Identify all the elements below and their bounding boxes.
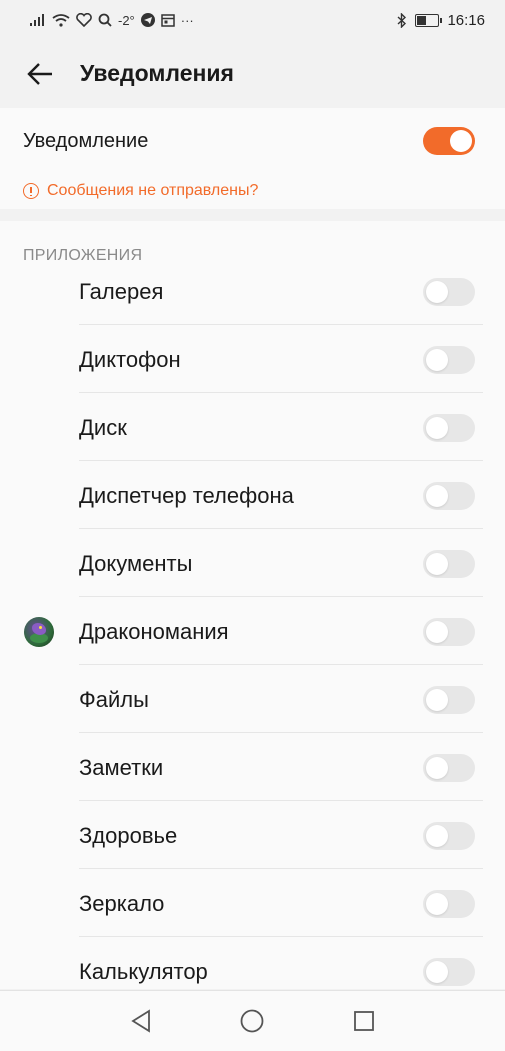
status-left: -2° ··· (30, 10, 194, 30)
app-notification-toggle[interactable] (423, 822, 475, 850)
toggle-knob (426, 961, 448, 983)
notification-toggle[interactable] (423, 127, 475, 155)
messages-not-sent-link[interactable]: Сообщения не отправлены? (23, 182, 258, 200)
app-name: Диспетчер телефона (79, 483, 294, 508)
navigation-bar (0, 990, 505, 1051)
app-name: Заметки (79, 755, 164, 780)
app-notification-toggle[interactable] (423, 278, 475, 306)
apps-panel: ПРИЛОЖЕНИЯ Галерея Диктофон Диск Диспетчер … (0, 221, 505, 989)
nav-home-icon (240, 1009, 264, 1033)
app-notification-toggle[interactable] (423, 482, 475, 510)
app-name: Калькулятор (79, 959, 208, 984)
back-button[interactable] (22, 56, 58, 92)
warning-text: Сообщения не отправлены? (47, 182, 259, 199)
list-item[interactable]: Заметки (0, 733, 505, 801)
toggle-knob (426, 689, 448, 711)
toggle-knob (426, 349, 448, 371)
toggle-knob (426, 757, 448, 779)
app-name: Диктофон (79, 347, 181, 372)
status-bar: -2° ··· 16:16 (0, 0, 505, 40)
nav-back-button[interactable] (127, 1007, 155, 1035)
calendar-icon (161, 13, 175, 27)
list-item[interactable]: Дракономания (0, 597, 505, 665)
app-name: Диск (79, 415, 127, 440)
back-arrow-icon (27, 63, 52, 85)
list-item[interactable]: Диск (0, 393, 505, 461)
more-indicator: ··· (180, 12, 194, 28)
app-name: Здоровье (79, 823, 178, 848)
app-notification-toggle[interactable] (423, 890, 475, 918)
list-item[interactable]: Галерея (0, 257, 505, 325)
app-header: Уведомления (0, 40, 505, 108)
app-notification-toggle[interactable] (423, 754, 475, 782)
toggle-knob (426, 417, 448, 439)
list-item[interactable]: Здоровье (0, 801, 505, 869)
status-right: 16:16 (397, 10, 485, 30)
app-notification-toggle[interactable] (423, 414, 475, 442)
app-notification-toggle[interactable] (423, 686, 475, 714)
toggle-knob (426, 893, 448, 915)
list-item[interactable]: Диктофон (0, 325, 505, 393)
app-notification-toggle[interactable] (423, 346, 475, 374)
app-name: Зеркало (79, 891, 165, 916)
list-item[interactable]: Калькулятор (0, 937, 505, 989)
nav-recent-icon (354, 1011, 374, 1031)
notification-label: Уведомление (23, 130, 149, 152)
notification-card: Уведомление Сообщения не отправлены? (0, 108, 505, 209)
toggle-knob (426, 621, 448, 643)
list-item[interactable]: Зеркало (0, 869, 505, 937)
nav-home-button[interactable] (238, 1007, 266, 1035)
toggle-knob (426, 553, 448, 575)
toggle-knob (450, 130, 472, 152)
list-item[interactable]: Файлы (0, 665, 505, 733)
app-list: Галерея Диктофон Диск Диспетчер телефона Док… (0, 257, 505, 989)
telegram-icon (140, 13, 155, 27)
alert-circle-icon (23, 183, 39, 199)
clock: 16:16 (447, 11, 485, 29)
bluetooth-icon (397, 12, 407, 28)
search-icon (98, 13, 112, 27)
list-item[interactable]: Документы (0, 529, 505, 597)
app-notification-toggle[interactable] (423, 550, 475, 578)
toggle-knob (426, 281, 448, 303)
wifi-icon (52, 13, 70, 27)
page-title: Уведомления (80, 60, 234, 86)
app-notification-toggle[interactable] (423, 958, 475, 986)
app-name: Галерея (79, 279, 164, 304)
health-icon (76, 13, 92, 27)
battery-icon (415, 13, 443, 27)
app-name: Файлы (79, 687, 149, 712)
temperature-text: -2° (118, 12, 135, 28)
dragon-app-icon (24, 617, 54, 647)
app-notification-toggle[interactable] (423, 618, 475, 646)
toggle-knob (426, 485, 448, 507)
app-name: Дракономания (79, 619, 229, 644)
toggle-knob (426, 825, 448, 847)
signal-icon (30, 14, 46, 26)
nav-recent-button[interactable] (350, 1007, 378, 1035)
app-name: Документы (79, 551, 193, 576)
list-item[interactable]: Диспетчер телефона (0, 461, 505, 529)
nav-back-icon (131, 1009, 150, 1033)
